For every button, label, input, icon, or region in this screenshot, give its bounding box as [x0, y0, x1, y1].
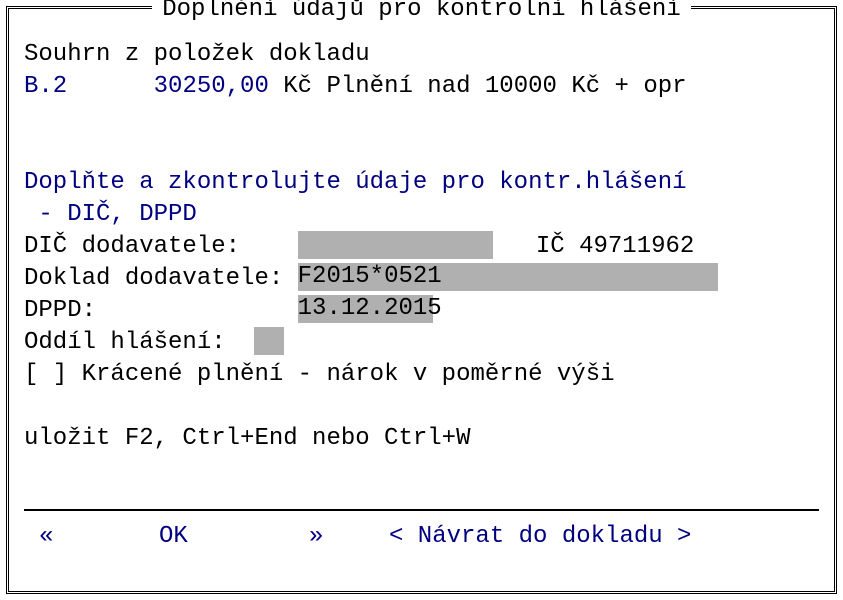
dic-input[interactable] [298, 231, 493, 259]
oddil-input[interactable] [254, 327, 284, 355]
dppd-row: DPPD: 13.12.2015 [24, 295, 819, 327]
blank-row-3 [24, 391, 819, 423]
dic-label: DIČ dodavatele: [24, 233, 240, 260]
instruction-line1: Doplňte a zkontrolujte údaje pro kontr.h… [24, 167, 819, 199]
separator-line [24, 509, 819, 511]
kracene-row: [ ] Krácené plnění - nárok v poměrné výš… [24, 359, 819, 391]
instruction-line2: - DIČ, DPPD [24, 199, 819, 231]
kracene-checkbox[interactable] [38, 361, 52, 388]
next-button[interactable]: » [309, 521, 339, 553]
dppd-label: DPPD: [24, 297, 96, 324]
oddil-label: Oddíl hlášení: [24, 329, 226, 356]
ic-value: 49711962 [579, 233, 694, 260]
button-row: « OK » < Návrat do dokladu > [39, 521, 804, 553]
doklad-label: Doklad dodavatele: [24, 265, 283, 292]
dppd-input[interactable]: 13.12.2015 [298, 295, 433, 323]
summary-amount: 30250,00 [154, 73, 269, 100]
dialog-title: Doplnění údajů pro kontrolní hlášení [152, 0, 690, 26]
summary-desc: Kč Plnění nad 10000 Kč + opr [283, 73, 686, 100]
doklad-row: Doklad dodavatele: F2015*0521 [24, 263, 819, 295]
dic-row: DIČ dodavatele: IČ 49711962 [24, 231, 819, 263]
summary-row: B.2 30250,00 Kč Plnění nad 10000 Kč + op… [24, 71, 819, 103]
blank-row-1 [24, 103, 819, 135]
prev-button[interactable]: « [39, 521, 79, 553]
oddil-row: Oddíl hlášení: [24, 327, 819, 359]
dialog-frame: Doplnění údajů pro kontrolní hlášení Sou… [6, 6, 837, 594]
blank-row-2 [24, 135, 819, 167]
kracene-label: Krácené plnění - nárok v poměrné výši [82, 361, 615, 388]
summary-header: Souhrn z položek dokladu [24, 39, 819, 71]
ok-button[interactable]: OK [159, 521, 199, 553]
ic-label: IČ [536, 233, 565, 260]
return-button[interactable]: < Návrat do dokladu > [389, 521, 804, 553]
dialog-content: Souhrn z položek dokladu B.2 30250,00 Kč… [24, 39, 819, 591]
hint-row: uložit F2, Ctrl+End nebo Ctrl+W [24, 423, 819, 455]
summary-section-code: B.2 [24, 73, 67, 100]
doklad-input[interactable]: F2015*0521 [298, 263, 718, 291]
